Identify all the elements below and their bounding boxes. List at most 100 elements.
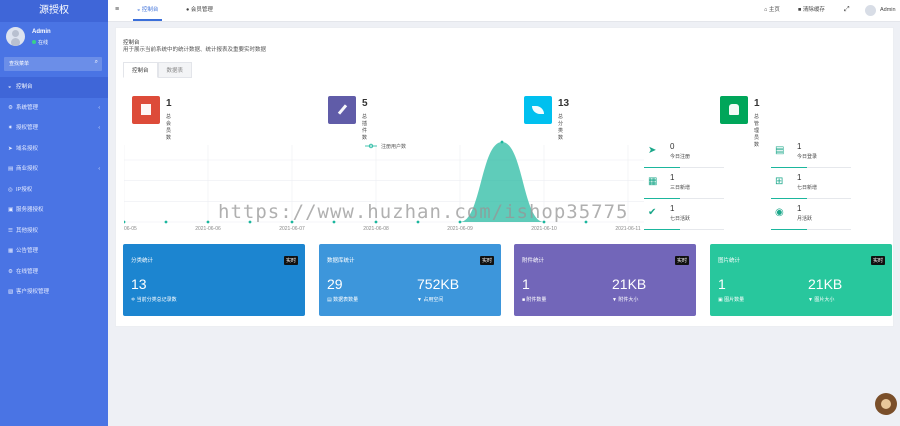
mini-value: 1 (797, 142, 802, 151)
x-tick-label: 06-05 (124, 226, 137, 232)
home-label: 主页 (768, 7, 780, 13)
x-tick-label: 2021-06-06 (195, 226, 221, 232)
card-right-label: ▼ 附件大小 (612, 296, 638, 303)
card-right-label: ▼ 图片大小 (808, 296, 834, 303)
card-database-stats: 数据库统计 实时 29 ▤ 数据表数量 752KB ▼ 占用空间 (319, 244, 501, 316)
users-icon (132, 96, 160, 124)
registration-chart: 06-05 2021-06-06 2021-06-07 2021-06-08 2021-… (124, 140, 644, 240)
sidebar-item-dashboard[interactable]: ◒ 控制台 (0, 77, 108, 98)
user-glyph (729, 104, 739, 115)
app-logo[interactable]: 源授权 (0, 0, 108, 22)
data-point[interactable] (124, 220, 126, 224)
user-icon (720, 96, 748, 124)
shop-icon: ▤ (8, 166, 14, 172)
sidebar-item-ip[interactable]: ◎ IP授权 (0, 180, 108, 201)
chevron-left-icon: ‹ (98, 166, 100, 172)
card-right-value: 21KB (612, 276, 647, 292)
x-tick-label: 2021-06-07 (279, 226, 305, 232)
mini-value: 1 (797, 173, 802, 182)
sidebar-item-online[interactable]: ⚙ 在线管理 (0, 262, 108, 283)
mini-value: 0 (670, 142, 675, 151)
user-status: 在线 (32, 39, 48, 46)
sidebar-item-domain[interactable]: ➤ 域名授权 (0, 139, 108, 160)
card-right-label-text: 占用空间 (423, 297, 444, 303)
status-badge: 实时 (479, 256, 494, 265)
search-icon[interactable]: ⌕ (95, 59, 98, 66)
status-badge: 实时 (870, 256, 885, 265)
mini-progress (771, 167, 851, 168)
top-navbar: ≡ ◒ 控制台 ● 会员管理 ⌂ 主页 ■ 清除缓存 ⤢ Admin (108, 0, 900, 22)
sidebar-item-notice[interactable]: ▦ 公告管理 (0, 241, 108, 262)
topbar-user-name[interactable]: Admin (880, 0, 896, 20)
floating-assistant-button[interactable] (875, 393, 897, 415)
card-left-label: ▤ 数据表数量 (327, 296, 358, 303)
card-title: 分类统计 (131, 258, 154, 264)
card-category-stats: 分类统计 实时 13 ✡ 当前分类总记录数 (123, 244, 305, 316)
data-point[interactable] (164, 220, 168, 224)
sidebar-item-label: 公告管理 (16, 248, 39, 254)
data-point[interactable] (206, 220, 210, 224)
magic-wand-icon (328, 96, 356, 124)
sidebar-item-system[interactable]: ⚙ 系统管理 ‹ (0, 98, 108, 119)
tab-dashboard[interactable]: ◒ 控制台 (133, 0, 163, 21)
rocket-icon: ➤ (648, 145, 657, 156)
mini-value: 1 (670, 204, 675, 213)
wand-glyph (337, 104, 348, 115)
mini-three-day: ▦ 1 三日新增 (644, 171, 724, 199)
sidebar-item-label: 在线管理 (16, 268, 39, 275)
mini-progress (771, 198, 851, 199)
sidebar-item-auth[interactable]: ✷ 授权管理 ‹ (0, 118, 108, 139)
mini-progress (644, 198, 724, 199)
content-tabs: 控制台 数据表 (123, 62, 193, 78)
users-glyph (141, 104, 151, 115)
tab-dashboard-panel[interactable]: 控制台 (123, 62, 158, 78)
mini-today-login: ▤ 1 今日登录 (771, 140, 851, 168)
card-image-stats: 图片统计 实时 1 ▣ 图片数量 21KB ▼ 图片大小 (710, 244, 892, 316)
menu-search-input[interactable]: 查找菜单 ⌕ (4, 57, 102, 71)
card-left-value: 1 (718, 276, 726, 292)
tab-data-panel[interactable]: 数据表 (157, 62, 193, 78)
data-point[interactable] (500, 140, 504, 144)
user-panel: Admin 在线 (0, 22, 108, 54)
sidebar-item-label: 客户授权管理 (16, 289, 50, 295)
sidebar-item-label: 服务器授权 (16, 207, 44, 213)
globe-icon: ◎ (8, 186, 13, 193)
bell-icon: ▦ (8, 248, 14, 254)
dashboard-icon: ◒ (8, 84, 12, 90)
clear-cache-label: 清除缓存 (802, 7, 825, 13)
list-icon: ☰ (8, 227, 13, 234)
mini-progress (644, 167, 724, 168)
sidebar-item-server[interactable]: ▣ 服务器授权 (0, 200, 108, 221)
hamburger-icon[interactable]: ≡ (115, 0, 119, 20)
mini-seven-day: ⊞ 1 七日新增 (771, 171, 851, 199)
sidebar-item-other[interactable]: ☰ 其他授权 (0, 221, 108, 242)
avatar[interactable] (865, 5, 876, 16)
avatar[interactable] (6, 27, 25, 46)
sidebar-item-business[interactable]: ▤ 商业授权 ‹ (0, 159, 108, 180)
menu-search-label: 查找菜单 (9, 61, 30, 67)
chevron-left-icon: ‹ (98, 104, 100, 111)
clear-cache-button[interactable]: ■ 清除缓存 (798, 0, 825, 20)
rocket-icon: ➤ (8, 145, 13, 152)
legend-label[interactable]: 注册用户数 (381, 143, 406, 150)
card-left-label: ▣ 图片数量 (718, 296, 744, 303)
tab-label: 控制台 (141, 7, 159, 13)
fullscreen-icon[interactable]: ⤢ (844, 0, 850, 20)
mini-value: 1 (797, 204, 802, 213)
card-right-label-text: 附件大小 (618, 297, 639, 303)
home-button[interactable]: ⌂ 主页 (764, 0, 780, 20)
stat-value: 5 (362, 98, 368, 109)
card-left-label-text: 附件数量 (526, 297, 547, 303)
stat-value: 1 (166, 98, 172, 109)
sidebar-item-label: 其他授权 (16, 227, 39, 234)
sidebar-menu: ◒ 控制台 ⚙ 系统管理 ‹ ✷ 授权管理 ‹ ➤ 域名授权 ▤ 商业授权 ‹ ◎ IP授权 ▣ 服… (0, 77, 108, 303)
mini-today-register: ➤ 0 今日注册 (644, 140, 724, 168)
stat-value: 1 (754, 98, 760, 109)
tab-members[interactable]: ● 会员管理 (186, 0, 213, 20)
sidebar-item-label: 域名授权 (16, 145, 39, 152)
card-right-label-text: 图片大小 (814, 297, 835, 303)
card-left-value: 29 (327, 276, 343, 292)
mini-month-active: ◉ 1 月活跃 (771, 202, 851, 230)
sidebar-item-customer[interactable]: ▧ 客户授权管理 (0, 282, 108, 303)
id-card-icon: ▤ (775, 145, 785, 156)
